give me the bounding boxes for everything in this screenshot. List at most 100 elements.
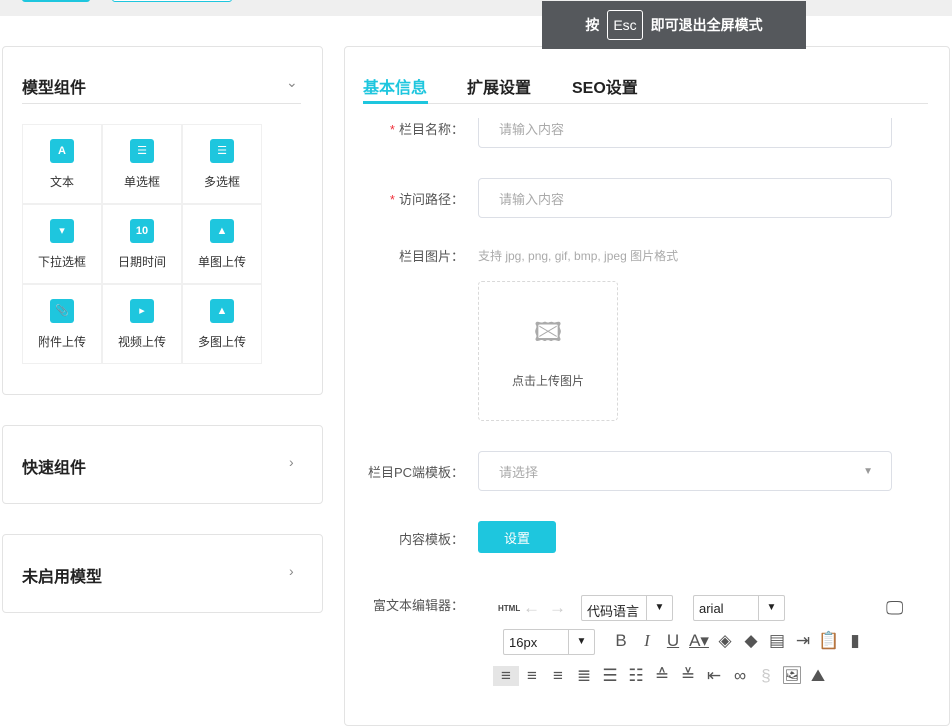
tab-extended-settings[interactable]: 扩展设置 [467, 74, 531, 98]
pc-template-label: 栏目PC端模板： [367, 465, 464, 480]
font-family-select[interactable]: arial ▼ [693, 595, 785, 621]
component-icon: ▸ [130, 298, 154, 323]
chevron-right-icon[interactable]: › [289, 563, 294, 579]
component-item[interactable]: 10 日期时间 [102, 204, 182, 284]
content-template-label: 内容模板： [398, 532, 464, 547]
fullscreen-exit-hint: 按 Esc 即可退出全屏模式 [542, 1, 806, 49]
paragraph-spacing-icon[interactable]: ≚ [675, 666, 701, 686]
align-center-icon[interactable]: ≡ [545, 666, 571, 686]
path-label: 访问路径： [398, 192, 464, 207]
component-item[interactable]: ▲ 多图上传 [182, 284, 262, 364]
caret-down-icon: ▼ [863, 465, 873, 477]
component-icon: 📎 [50, 298, 74, 323]
tab-seo-settings[interactable]: SEO设置 [572, 74, 638, 98]
component-item[interactable]: ▲ 单图上传 [182, 204, 262, 284]
component-label: 下拉选框 [37, 254, 86, 269]
component-label: 单选框 [123, 174, 160, 189]
italic-icon[interactable]: I [634, 631, 660, 651]
model-components-title: 模型组件 [22, 80, 87, 97]
image-icon[interactable]: 🖼 [779, 666, 805, 686]
top-secondary-button[interactable] [112, 0, 232, 2]
path-input[interactable]: 请输入内容 [478, 178, 892, 218]
disabled-models-title: 未启用模型 [22, 569, 103, 586]
html-button[interactable]: HTML [498, 604, 520, 613]
image-hint: 支持 jpg, png, gif, bmp, jpeg 图片格式 [478, 249, 679, 263]
chevron-right-icon[interactable]: › [289, 454, 294, 470]
component-icon: ▾ [50, 218, 74, 243]
top-primary-button[interactable] [22, 0, 90, 2]
select-value: 16px [509, 635, 538, 650]
name-input[interactable]: 请输入内容 [478, 118, 892, 148]
content-template-button[interactable]: 设置 [478, 521, 556, 553]
hint-prefix: 按 [585, 17, 600, 33]
paragraph-format-icon[interactable]: ▤ [764, 631, 790, 651]
component-label: 多选框 [203, 174, 240, 189]
required-mark: * [389, 122, 395, 137]
multi-image-icon[interactable]: ⛰ [805, 666, 831, 686]
bold-icon[interactable]: B [608, 631, 634, 651]
unordered-list-icon[interactable]: ☷ [623, 666, 649, 686]
hint-suffix: 即可退出全屏模式 [650, 17, 763, 33]
component-label: 视频上传 [117, 334, 166, 349]
quick-components-title: 快速组件 [22, 460, 87, 477]
outdent-icon[interactable]: ⇤ [701, 666, 727, 686]
format-painter-icon[interactable]: ▮ [842, 631, 868, 651]
undo-icon[interactable]: ← [523, 598, 540, 618]
component-label: 多图上传 [197, 334, 246, 349]
component-label: 单图上传 [197, 254, 246, 269]
caret-down-icon: ▼ [646, 596, 672, 620]
font-color-icon[interactable]: A▾ [686, 631, 712, 651]
caret-down-icon: ▼ [568, 630, 594, 654]
tab-basic-info[interactable]: 基本信息 [363, 74, 427, 98]
caret-down-icon: ▼ [758, 596, 784, 620]
image-label: 栏目图片： [398, 249, 464, 264]
redo-icon[interactable]: → [549, 598, 566, 618]
font-size-select[interactable]: 16px ▼ [503, 629, 595, 655]
esc-key: Esc [607, 10, 643, 40]
underline-icon[interactable]: U [660, 631, 686, 651]
unlink-icon[interactable]: § [753, 666, 779, 686]
select-value: 代码语言 [587, 604, 640, 619]
add-image-icon: 🖾 [533, 316, 563, 347]
line-height-icon[interactable]: ≙ [649, 666, 675, 686]
component-label: 文本 [49, 174, 74, 189]
component-item[interactable]: ▾ 下拉选框 [22, 204, 102, 284]
image-upload-box[interactable]: 🖾 点击上传图片 [478, 281, 618, 421]
tab-active-indicator [363, 101, 428, 104]
component-item[interactable]: A 文本 [22, 124, 102, 204]
component-icon: ☰ [130, 138, 154, 163]
name-label: 栏目名称： [398, 122, 464, 137]
ordered-list-icon[interactable]: ☰ [597, 666, 623, 686]
link-icon[interactable]: ∞ [727, 666, 753, 686]
align-right-icon[interactable]: ≡ [519, 666, 545, 686]
upload-text: 点击上传图片 [511, 373, 584, 388]
tabs-divider [363, 103, 928, 104]
code-language-select[interactable]: 代码语言 ▼ [581, 595, 673, 621]
component-item[interactable]: ☰ 多选框 [182, 124, 262, 204]
component-icon: ▲ [210, 218, 234, 243]
component-label: 附件上传 [37, 334, 86, 349]
component-icon: ☰ [210, 138, 234, 163]
editor-label: 富文本编辑器： [372, 598, 464, 613]
component-icon: A [50, 138, 74, 163]
chevron-down-icon[interactable]: ⌄ [286, 74, 298, 91]
align-left-icon[interactable]: ≡ [493, 666, 519, 686]
align-justify-icon[interactable]: ≣ [571, 666, 597, 686]
component-item[interactable]: ☰ 单选框 [102, 124, 182, 204]
fullscreen-icon[interactable]: 🖵 [886, 598, 903, 619]
component-item[interactable]: ▸ 视频上传 [102, 284, 182, 364]
required-mark: * [389, 192, 395, 207]
pc-template-select[interactable]: 请选择 ▼ [478, 451, 892, 491]
select-placeholder: 请选择 [499, 464, 539, 480]
component-icon: 10 [130, 218, 154, 243]
background-color-icon[interactable]: ◈ [712, 631, 738, 651]
component-label: 日期时间 [117, 254, 166, 269]
paste-text-icon[interactable]: 📋 [816, 631, 842, 651]
top-bar [0, 0, 952, 16]
component-grid: A 文本 ☰ 单选框 ☰ 多选框 ▾ 下拉选框 10 日期时间 ▲ 单图上传 📎 附件上传 ▸ 视频上传 ▲ 多图… [22, 124, 262, 364]
form-scroll-area: * 栏目名称： 请输入内容 * 访问路径： 请输入内容 栏目图片： 支持 jpg, … [345, 118, 949, 706]
component-item[interactable]: 📎 附件上传 [22, 284, 102, 364]
indent-icon[interactable]: ⇥ [790, 631, 816, 651]
eraser-icon[interactable]: ◆ [738, 631, 764, 651]
divider [22, 103, 301, 104]
